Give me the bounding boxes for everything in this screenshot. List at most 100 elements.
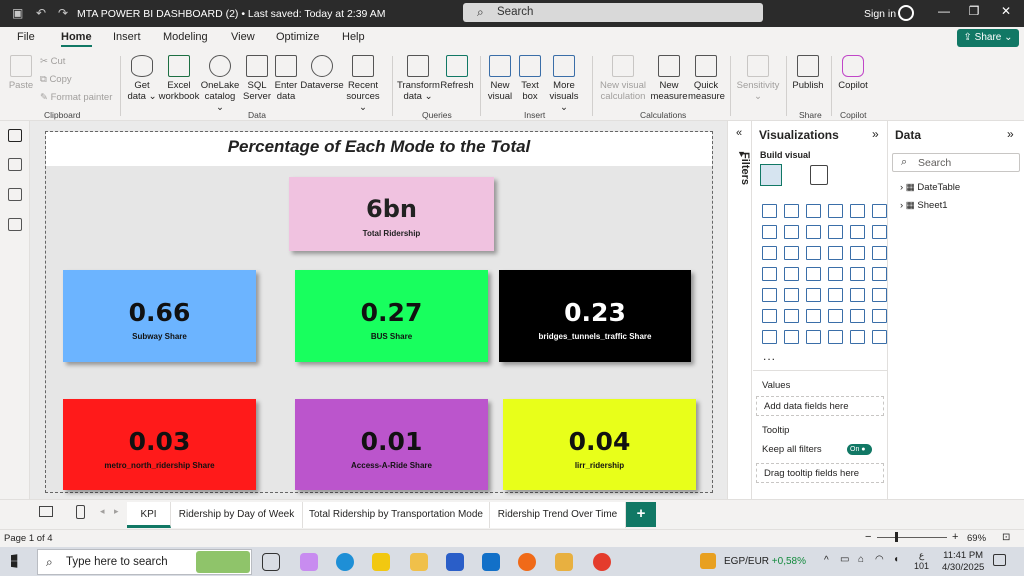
gauge-visual-icon[interactable] [850,267,865,281]
zoom-out-icon[interactable]: − [865,531,871,543]
add-page-button[interactable]: + [626,502,656,527]
sensitivity-button[interactable]: Sensitivity ⌄ [735,55,781,102]
expand-icon[interactable]: » [1007,127,1014,141]
fit-to-page-icon[interactable]: ⊡ [1002,532,1010,543]
prev-page-icon[interactable]: ◂ [100,506,105,517]
menu-file[interactable]: File [17,31,35,43]
multi-row-card-visual-icon[interactable] [762,288,777,302]
refresh-button[interactable]: Refresh [440,55,474,91]
clustered-bar-visual-icon[interactable] [806,204,821,218]
arcgis-visual-icon[interactable] [828,267,843,281]
narrative-visual-icon[interactable] [850,309,865,323]
card-visual-icon[interactable] [872,267,887,281]
decomposition-visual-icon[interactable] [806,309,821,323]
slicer-visual-icon[interactable] [806,288,821,302]
line-column-2-visual-icon[interactable] [850,225,865,239]
volume-icon[interactable]: ◖ [893,554,899,565]
stacked-column-visual-icon[interactable] [784,204,799,218]
stacked-bar-visual-icon[interactable] [762,204,777,218]
menu-optimize[interactable]: Optimize [276,31,319,43]
menu-modeling[interactable]: Modeling [163,31,208,43]
undo-icon[interactable]: ↶ [36,6,46,20]
copilot-button[interactable]: Copilot [835,55,871,91]
tab-ridership-trend[interactable]: Ridership Trend Over Time [490,502,626,528]
excel-workbook-button[interactable]: Excel workbook [158,55,200,102]
redo-icon[interactable]: ↷ [58,6,68,20]
copilot-taskbar-icon[interactable] [300,553,318,571]
report-view-icon[interactable] [8,129,22,142]
notifications-icon[interactable] [993,554,1006,566]
share-button[interactable]: ⇪ Share ⌄ [957,29,1019,47]
values-drop-zone[interactable]: Add data fields here [756,396,884,416]
build-visual-tab-icon[interactable] [760,164,782,186]
tooltip-drop-zone[interactable]: Drag tooltip fields here [756,463,884,483]
enter-data-button[interactable]: Enter data [272,55,300,102]
filters-label[interactable]: Filters [729,152,751,185]
dataverse-button[interactable]: Dataverse [300,55,344,91]
qa-visual-icon[interactable] [828,309,843,323]
stacked-area-visual-icon[interactable] [806,225,821,239]
taskbar-clock[interactable]: 11:41 PM 4/30/2025 [942,550,984,574]
avatar-icon[interactable] [898,5,914,21]
wifi-icon[interactable]: ◠ [875,554,884,565]
zoom-slider[interactable] [877,537,947,538]
get-data-button[interactable]: Get data ⌄ [125,55,159,102]
minimize-icon[interactable]: — [930,4,958,18]
chrome-icon[interactable] [593,553,611,571]
funnel-visual-icon[interactable] [784,246,799,260]
network-icon[interactable]: ⌂ [858,554,864,565]
more-b-visual-icon[interactable] [850,330,865,344]
line-visual-icon[interactable] [762,225,777,239]
menu-insert[interactable]: Insert [113,31,141,43]
waterfall-visual-icon[interactable] [762,246,777,260]
power-bi-icon[interactable] [372,553,390,571]
restore-icon[interactable]: ❐ [960,4,988,18]
kpi-card-metro-north-share[interactable]: 0.03 metro_north_ridership Share [63,399,256,490]
matrix-visual-icon[interactable] [850,288,865,302]
close-icon[interactable]: ✕ [992,4,1020,18]
kpi-card-bridges-tunnels-share[interactable]: 0.23 bridges_tunnels_traffic Share [499,270,691,362]
paste-button[interactable]: Paste [8,55,34,91]
model-view-icon[interactable] [8,188,22,201]
paginated-visual-icon[interactable] [872,309,887,323]
r-script-visual-icon[interactable] [872,288,887,302]
more-visuals-ellipsis[interactable]: ... [763,349,776,363]
recent-sources-button[interactable]: Recent sources ⌄ [343,55,383,113]
keep-filters-toggle[interactable]: On ● [847,444,872,455]
table-sheet1[interactable]: › ▦ Sheet1 [900,200,948,211]
collapse-icon[interactable]: « [736,127,742,139]
firefox-icon[interactable] [518,553,536,571]
azure-map-visual-icon[interactable] [806,267,821,281]
taskbar-search-box[interactable]: ⌕ Type here to search [37,549,252,575]
format-visual-tab-icon[interactable] [810,165,828,185]
map-visual-icon[interactable] [762,267,777,281]
power-automate-visual-icon[interactable] [784,330,799,344]
100-column-visual-icon[interactable] [872,204,887,218]
more-visuals-button[interactable]: More visuals ⌄ [545,55,583,113]
menu-view[interactable]: View [231,31,255,43]
area-visual-icon[interactable] [784,225,799,239]
onelake-catalog-button[interactable]: OneLake catalog ⌄ [200,55,240,113]
publish-button[interactable]: Publish [790,55,826,91]
kpi-card-total-ridership[interactable]: 6bn Total Ridership [289,177,494,251]
kpi-card-bus-share[interactable]: 0.27 BUS Share [295,270,488,362]
transform-data-button[interactable]: Transform data ⌄ [397,55,440,102]
mobile-layout-icon[interactable] [76,505,85,519]
tab-ridership-by-day-of-week[interactable]: Ridership by Day of Week [171,502,303,528]
scatter-visual-icon[interactable] [806,246,821,260]
chevron-up-icon[interactable]: ^ [824,555,829,566]
format-painter-button[interactable]: ✎ Format painter [40,92,112,103]
task-view-icon[interactable] [262,553,280,571]
dax-query-view-icon[interactable] [8,218,22,231]
key-influencers-visual-icon[interactable] [784,309,799,323]
clustered-column-visual-icon[interactable] [828,204,843,218]
menu-home[interactable]: Home [61,31,92,47]
power-apps-visual-icon[interactable] [762,330,777,344]
kpi-card-subway-share[interactable]: 0.66 Subway Share [63,270,256,362]
ribbon-visual-icon[interactable] [872,225,887,239]
outlook-icon[interactable] [482,553,500,571]
data-search-box[interactable]: ⌕ Search [892,153,1020,172]
more-c-visual-icon[interactable] [872,330,887,344]
treemap-visual-icon[interactable] [872,246,887,260]
new-visual-button[interactable]: New visual [485,55,515,102]
